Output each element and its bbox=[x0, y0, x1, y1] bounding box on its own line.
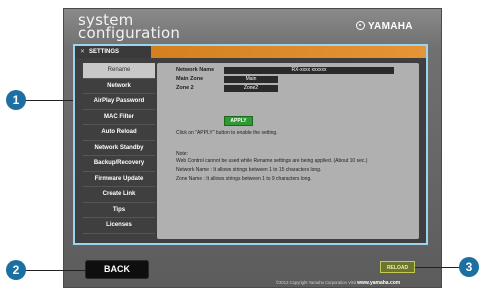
settings-header-bar bbox=[75, 46, 426, 58]
sidebar-item-create-link[interactable]: Create Link bbox=[83, 187, 155, 203]
copyright-text: ©2013 Copyright Yamaha Corporation Visit bbox=[276, 280, 356, 285]
sidebar-item-backup-recovery[interactable]: Backup/Recovery bbox=[83, 156, 155, 172]
rename-content bbox=[157, 63, 419, 239]
callout-1: 1 bbox=[6, 90, 26, 110]
settings-tab[interactable]: ✕ SETTINGS bbox=[80, 46, 119, 58]
network-name-input[interactable]: RX-xxxx xxxxxx bbox=[224, 67, 394, 74]
callout-3-line bbox=[415, 267, 463, 268]
footer-copyright: ©2013 Copyright Yamaha Corporation Visit… bbox=[276, 280, 400, 286]
website-link[interactable]: www.yamaha.com bbox=[357, 280, 400, 286]
brand-name: YAMAHA bbox=[368, 21, 413, 32]
settings-sidebar: Rename Network AirPlay Password MAC Filt… bbox=[83, 63, 155, 234]
network-name-label: Network Name bbox=[176, 67, 215, 73]
sidebar-item-firmware-update[interactable]: Firmware Update bbox=[83, 172, 155, 187]
sidebar-item-licenses[interactable]: Licenses bbox=[83, 218, 155, 234]
note-line-1: Web Control cannot be used while Rename … bbox=[176, 158, 368, 164]
note-line-2: Network Name : It allows strings between… bbox=[176, 167, 322, 173]
app-title: system configuration bbox=[78, 13, 181, 42]
main-zone-input[interactable]: Main bbox=[224, 76, 278, 83]
app-title-line2: configuration bbox=[78, 24, 181, 42]
sidebar-item-rename[interactable]: Rename bbox=[83, 63, 155, 79]
apply-button[interactable]: APPLY bbox=[224, 116, 253, 126]
settings-tab-label: SETTINGS bbox=[89, 49, 120, 55]
note-line-3: Zone Name : It allows strings between 1 … bbox=[176, 176, 312, 182]
brand-logo: YAMAHA bbox=[356, 21, 413, 32]
sidebar-item-network-standby[interactable]: Network Standby bbox=[83, 141, 155, 156]
instruction-text: Click on "APPLY" button to enable the se… bbox=[176, 130, 278, 136]
zone2-label: Zone 2 bbox=[176, 85, 194, 91]
tuning-fork-icon bbox=[356, 21, 365, 30]
back-button[interactable]: BACK bbox=[85, 260, 149, 279]
callout-1-line bbox=[20, 100, 73, 101]
sidebar-item-auto-reload[interactable]: Auto Reload bbox=[83, 125, 155, 141]
close-icon[interactable]: ✕ bbox=[80, 49, 85, 55]
note-heading: Note: bbox=[176, 151, 188, 157]
callout-3: 3 bbox=[459, 257, 479, 277]
callout-2-line bbox=[22, 270, 85, 271]
sidebar-item-airplay-password[interactable]: AirPlay Password bbox=[83, 94, 155, 110]
sidebar-item-mac-filter[interactable]: MAC Filter bbox=[83, 110, 155, 125]
reload-button[interactable]: RELOAD bbox=[380, 261, 415, 273]
main-zone-label: Main Zone bbox=[176, 76, 204, 82]
zone2-input[interactable]: Zone2 bbox=[224, 85, 278, 92]
sidebar-item-network[interactable]: Network bbox=[83, 79, 155, 94]
sidebar-item-tips[interactable]: Tips bbox=[83, 203, 155, 218]
callout-2: 2 bbox=[6, 260, 26, 280]
